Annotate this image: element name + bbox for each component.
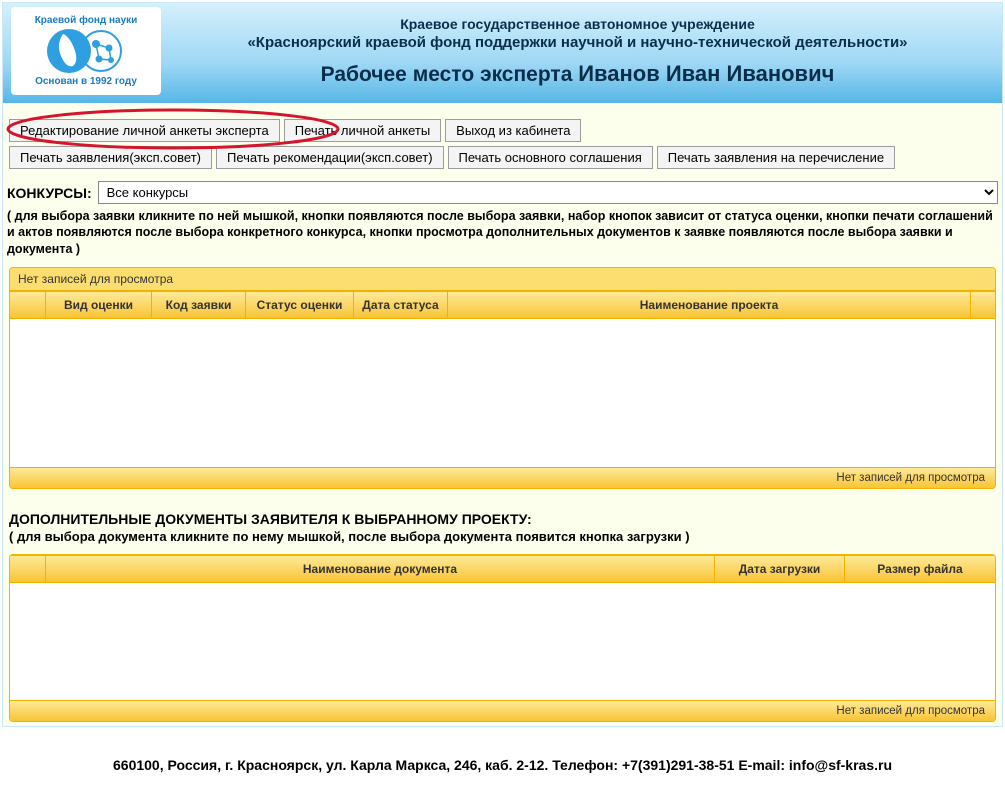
applications-grid-body xyxy=(10,319,995,467)
docs-section-hint: ( для выбора документа кликните по нему … xyxy=(3,527,1002,550)
col-project[interactable]: Наименование проекта xyxy=(448,292,971,318)
col-status[interactable]: Статус оценки xyxy=(246,292,354,318)
applications-grid-caption: Нет записей для просмотра xyxy=(10,268,995,291)
documents-grid: Наименование документа Дата загрузки Раз… xyxy=(9,554,996,722)
col-type[interactable]: Вид оценки xyxy=(46,292,152,318)
applications-grid: Нет записей для просмотра Вид оценки Код… xyxy=(9,267,996,489)
edit-profile-button[interactable]: Редактирование личной анкеты эксперта xyxy=(9,119,280,142)
logout-button[interactable]: Выход из кабинета xyxy=(445,119,581,142)
docs-section-title: ДОПОЛНИТЕЛЬНЫЕ ДОКУМЕНТЫ ЗАЯВИТЕЛЯ К ВЫБ… xyxy=(3,493,1002,527)
workplace-title: Рабочее место эксперта Иванов Иван Ивано… xyxy=(171,61,984,87)
workplace-prefix: Рабочее место эксперта xyxy=(321,63,579,86)
org-type: Краевое государственное автономное учреж… xyxy=(171,16,984,32)
col-trailing xyxy=(971,292,995,318)
applications-grid-header: Вид оценки Код заявки Статус оценки Дата… xyxy=(10,291,995,319)
documents-grid-footer: Нет записей для просмотра xyxy=(10,700,995,721)
page-header: Краевой фонд науки Основан в 1992 году К… xyxy=(3,3,1002,103)
applications-grid-footer: Нет записей для просмотра xyxy=(10,467,995,488)
print-transfer-button[interactable]: Печать заявления на перечисление xyxy=(657,146,895,169)
org-name: «Красноярский краевой фонд поддержки нау… xyxy=(171,34,984,51)
col-date[interactable]: Дата статуса xyxy=(354,292,448,318)
contests-select[interactable]: Все конкурсы xyxy=(98,181,998,204)
print-recommendation-button[interactable]: Печать рекомендации(эксп.совет) xyxy=(216,146,444,169)
contests-label: КОНКУРСЫ: xyxy=(7,185,92,201)
logo: Краевой фонд науки Основан в 1992 году xyxy=(11,7,161,95)
toolbar: Редактирование личной анкеты эксперта Пе… xyxy=(3,103,1002,175)
print-agreement-button[interactable]: Печать основного соглашения xyxy=(448,146,653,169)
documents-grid-body xyxy=(10,583,995,700)
dcol-date[interactable]: Дата загрузки xyxy=(715,556,845,582)
dcol-selector xyxy=(10,556,46,582)
print-profile-button[interactable]: Печать личной анкеты xyxy=(284,119,441,142)
dcol-size[interactable]: Размер файла xyxy=(845,556,995,582)
expert-name: Иванов Иван Иванович xyxy=(578,61,834,86)
col-selector xyxy=(10,292,46,318)
dcol-name[interactable]: Наименование документа xyxy=(46,556,715,582)
print-application-button[interactable]: Печать заявления(эксп.совет) xyxy=(9,146,212,169)
page-footer: 660100, Россия, г. Красноярск, ул. Карла… xyxy=(0,757,1005,773)
col-code[interactable]: Код заявки xyxy=(152,292,246,318)
contests-hint: ( для выбора заявки кликните по ней мышк… xyxy=(3,206,1002,263)
documents-grid-header: Наименование документа Дата загрузки Раз… xyxy=(10,555,995,583)
logo-icon xyxy=(41,26,131,76)
logo-bottom-text: Основан в 1992 году xyxy=(35,76,137,87)
logo-top-text: Краевой фонд науки xyxy=(35,15,138,26)
